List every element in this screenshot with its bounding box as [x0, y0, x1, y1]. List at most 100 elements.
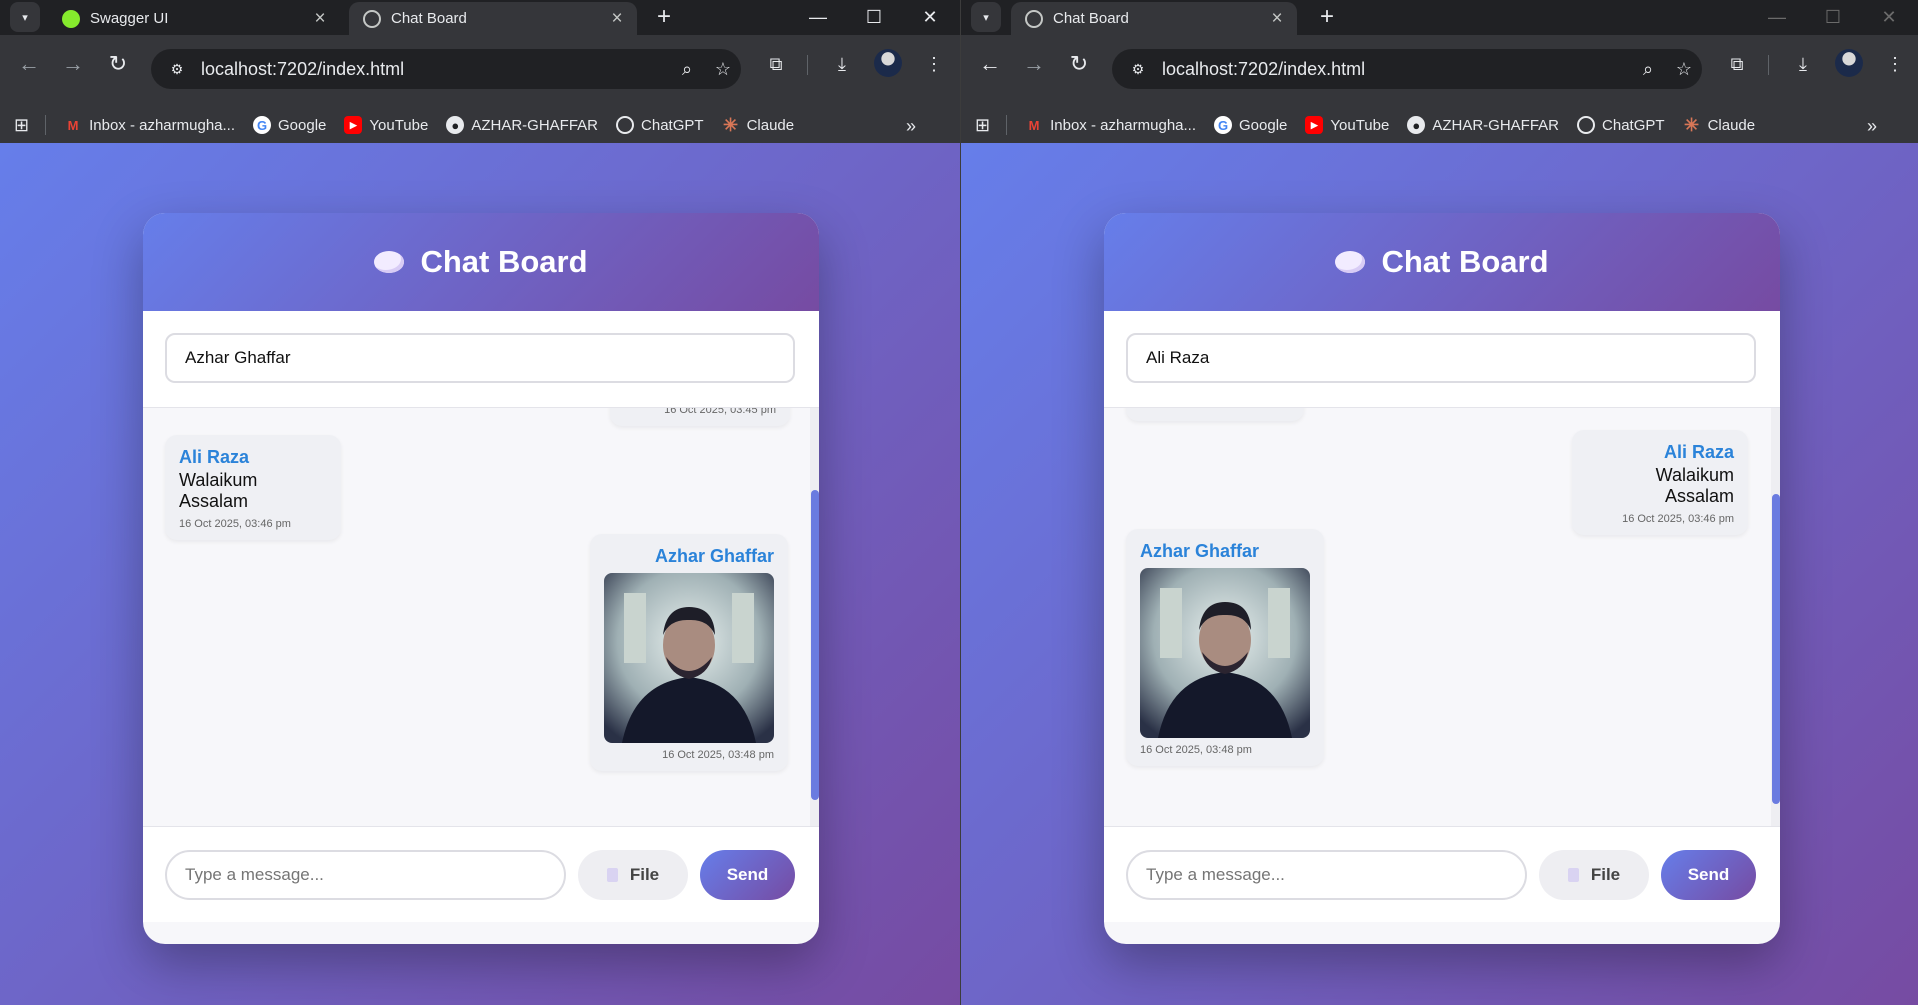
bookmark-label: Inbox - azharmugha...	[1050, 116, 1197, 134]
reload-icon[interactable]: ↻	[1064, 49, 1094, 79]
more-bookmarks-icon[interactable]: »	[906, 116, 916, 137]
bookmark-github[interactable]: ● AZHAR-GHAFFAR	[446, 116, 598, 134]
claude-icon: ✳	[1684, 114, 1700, 135]
message-input[interactable]	[165, 849, 566, 900]
url-text: localhost:7202/index.html	[1162, 58, 1366, 79]
bookmark-label: YouTube	[1330, 116, 1390, 134]
maximize-icon[interactable]: ☐	[1805, 0, 1861, 35]
download-icon[interactable]: ⤓	[827, 49, 857, 79]
bookmark-claude[interactable]: ✳ Claude	[722, 115, 795, 135]
bookmark-google[interactable]: G Google	[1214, 116, 1287, 134]
address-bar[interactable]: ⚙ localhost:7202/index.html ⌕ ☆	[1112, 49, 1702, 89]
profile-photo[interactable]	[604, 573, 774, 743]
scrollbar-track[interactable]	[810, 408, 819, 826]
new-tab-icon[interactable]: +	[650, 4, 678, 32]
chat-header: Chat Board	[1104, 213, 1780, 311]
apps-grid-icon[interactable]: ⊞	[975, 115, 990, 136]
bookmark-label: Google	[278, 116, 327, 134]
download-icon[interactable]: ⤓	[1788, 49, 1818, 79]
minimize-icon[interactable]: —	[790, 0, 846, 35]
toolbar-divider	[1768, 55, 1769, 75]
tab-chat-board[interactable]: Chat Board ×	[349, 2, 637, 35]
zoom-icon[interactable]: ⌕	[1630, 59, 1666, 80]
bookmark-label: Inbox - azharmugha...	[89, 116, 236, 134]
message-time: 16 Oct 2025, 03:46 pm	[179, 518, 291, 530]
menu-icon[interactable]: ⋮	[919, 49, 949, 79]
username-input[interactable]	[1126, 333, 1756, 383]
username-bar	[143, 311, 819, 408]
bookmark-chatgpt[interactable]: ChatGPT	[616, 116, 704, 134]
extensions-icon[interactable]: ⧉	[761, 49, 791, 79]
profile-avatar[interactable]	[874, 49, 902, 77]
scrollbar-track[interactable]	[1771, 408, 1780, 826]
google-icon: G	[253, 116, 272, 134]
bookmark-divider	[1006, 115, 1008, 135]
new-tab-icon[interactable]: +	[1313, 4, 1341, 32]
message-text: Walaikum Assalam	[179, 470, 258, 511]
tab-search-icon[interactable]: ▾	[10, 2, 40, 32]
send-button[interactable]: Send	[700, 849, 795, 900]
url-text: localhost:7202/index.html	[201, 58, 405, 79]
bookmarks-bar: ⊞ M Inbox - azharmugha... G Google ▶ YouTub…	[961, 107, 1918, 143]
forward-icon[interactable]: →	[1019, 49, 1049, 79]
more-bookmarks-icon[interactable]: »	[1867, 116, 1877, 137]
bookmark-label: Claude	[746, 116, 795, 134]
bookmark-label: ChatGPT	[641, 116, 704, 134]
message-time: 16 Oct 2025, 03:45 pm	[664, 408, 776, 416]
bookmark-github[interactable]: ● AZHAR-GHAFFAR	[1407, 116, 1559, 134]
maximize-icon[interactable]: ☐	[846, 0, 902, 35]
youtube-icon: ▶	[344, 116, 363, 134]
username-input[interactable]	[165, 333, 795, 383]
close-tab-icon[interactable]: ×	[1267, 8, 1287, 29]
gmail-icon: M	[1028, 117, 1040, 133]
back-icon[interactable]: ←	[975, 49, 1005, 79]
forward-icon[interactable]: →	[58, 49, 88, 79]
tab-search-icon[interactable]: ▾	[971, 2, 1001, 32]
bookmark-gmail[interactable]: M Inbox - azharmugha...	[64, 116, 235, 134]
file-button[interactable]: File	[578, 849, 688, 900]
message-input[interactable]	[1126, 849, 1527, 900]
scrollbar-thumb[interactable]	[811, 490, 819, 800]
toolbar: ← → ↻ ⚙ localhost:7202/index.html ⌕ ☆ ⧉ …	[961, 35, 1918, 107]
menu-icon[interactable]: ⋮	[1880, 49, 1910, 79]
message-sender: Azhar Ghaffar	[654, 546, 774, 566]
bookmark-gmail[interactable]: M Inbox - azharmugha...	[1025, 116, 1196, 134]
bookmark-star-icon[interactable]: ☆	[705, 59, 741, 80]
globe-icon	[363, 9, 381, 28]
chat-card: Chat Board Ali Raza Walaikum Assalam 16 …	[1104, 213, 1780, 944]
message-list[interactable]: 16 Oct 2025, 03:45 pm Ali Raza Walaikum …	[143, 408, 819, 826]
bookmark-google[interactable]: G Google	[253, 116, 326, 134]
message-sender: Azhar Ghaffar	[1140, 541, 1260, 561]
close-tab-icon[interactable]: ×	[607, 8, 627, 29]
bookmark-youtube[interactable]: ▶ YouTube	[344, 116, 428, 134]
back-icon[interactable]: ←	[14, 49, 44, 79]
message-ali-raza: Ali Raza Walaikum Assalam 16 Oct 2025, 0…	[165, 435, 341, 540]
site-info-icon[interactable]: ⚙	[1126, 57, 1150, 81]
bookmark-youtube[interactable]: ▶ YouTube	[1305, 116, 1389, 134]
bookmark-chatgpt[interactable]: ChatGPT	[1577, 116, 1665, 134]
chatgpt-icon	[1577, 116, 1596, 134]
reload-icon[interactable]: ↻	[103, 49, 133, 79]
close-window-icon[interactable]: ✕	[902, 0, 958, 35]
chat-title: Chat Board	[420, 244, 588, 279]
extensions-icon[interactable]: ⧉	[1722, 49, 1752, 79]
zoom-icon[interactable]: ⌕	[669, 59, 705, 80]
address-bar[interactable]: ⚙ localhost:7202/index.html ⌕ ☆	[151, 49, 741, 89]
file-button[interactable]: File	[1539, 849, 1649, 900]
scrollbar-thumb[interactable]	[1772, 494, 1780, 804]
message-sender: Ali Raza	[1663, 442, 1734, 462]
bookmark-claude[interactable]: ✳ Claude	[1683, 114, 1755, 135]
tab-chat-board[interactable]: Chat Board ×	[1011, 2, 1297, 35]
tab-swagger[interactable]: Swagger UI ×	[48, 2, 340, 35]
profile-photo[interactable]	[1140, 568, 1310, 738]
bookmark-star-icon[interactable]: ☆	[1666, 59, 1702, 80]
close-tab-icon[interactable]: ×	[310, 8, 330, 29]
send-button[interactable]: Send	[1661, 849, 1756, 900]
close-window-icon[interactable]: ✕	[1861, 0, 1917, 35]
apps-grid-icon[interactable]: ⊞	[14, 115, 29, 136]
minimize-icon[interactable]: —	[1749, 0, 1805, 35]
composer: File Send	[143, 826, 819, 922]
site-info-icon[interactable]: ⚙	[165, 57, 189, 81]
profile-avatar[interactable]	[1835, 49, 1863, 77]
message-list[interactable]: Ali Raza Walaikum Assalam 16 Oct 2025, 0…	[1104, 408, 1780, 826]
